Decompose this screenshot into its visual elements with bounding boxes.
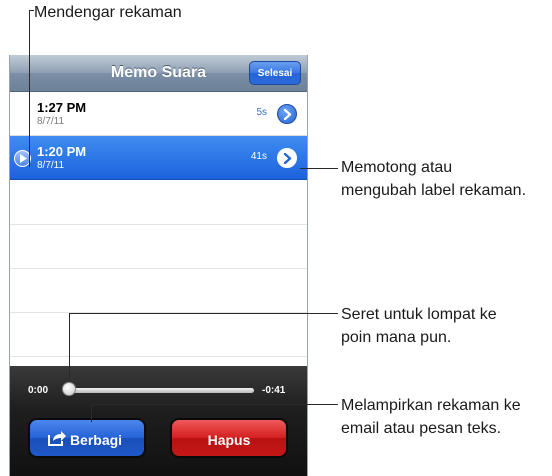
recording-time: 1:20 PM bbox=[37, 144, 87, 159]
callout-attach-line2: email atau pesan teks. bbox=[341, 420, 502, 437]
disclosure-arrow-icon[interactable] bbox=[277, 148, 297, 168]
share-label: Berbagi bbox=[69, 432, 123, 448]
leader-line-listen bbox=[29, 10, 34, 11]
recording-row-selected[interactable]: 1:20 PM 8/7/11 41s bbox=[10, 136, 307, 180]
recording-time: 1:27 PM bbox=[37, 100, 87, 115]
callout-attach-line1: Melampirkan rekaman ke bbox=[341, 397, 521, 414]
empty-row-divider bbox=[10, 268, 307, 269]
recording-duration: 5s bbox=[256, 107, 267, 118]
leader-line-attach bbox=[91, 404, 338, 405]
recording-date: 8/7/11 bbox=[37, 160, 65, 171]
leader-line-attach bbox=[91, 404, 92, 422]
scrubber-thumb[interactable] bbox=[62, 382, 76, 396]
empty-row-divider bbox=[10, 356, 307, 357]
disclosure-arrow-icon[interactable] bbox=[277, 104, 297, 124]
recording-date: 8/7/11 bbox=[37, 116, 65, 127]
leader-line-trim bbox=[300, 168, 338, 169]
remaining-time: -0:41 bbox=[262, 385, 286, 396]
leader-line-scrub bbox=[69, 313, 70, 379]
playback-panel: 0:00 -0:41 Berbagi Hapus bbox=[10, 366, 307, 476]
recording-duration: 41s bbox=[250, 151, 267, 162]
done-button[interactable]: Selesai bbox=[249, 61, 301, 85]
callout-trim-line1: Memotong atau bbox=[341, 159, 453, 176]
callout-listen: Mendengar rekaman bbox=[34, 4, 182, 21]
callout-scrub-line2: poin mana pun. bbox=[341, 329, 452, 346]
navigation-bar: Memo Suara Selesai bbox=[10, 55, 307, 92]
empty-row-divider bbox=[10, 224, 307, 225]
voice-memos-screen: Memo Suara Selesai 1:27 PM 8/7/11 5s 1:2… bbox=[9, 55, 308, 476]
share-button[interactable]: Berbagi bbox=[28, 418, 146, 458]
leader-line-scrub bbox=[69, 313, 338, 314]
leader-line-listen bbox=[29, 10, 30, 167]
scrubber-track[interactable] bbox=[66, 388, 254, 393]
callout-scrub-line1: Seret untuk lompat ke bbox=[341, 306, 497, 323]
elapsed-time: 0:00 bbox=[28, 385, 49, 396]
share-icon bbox=[48, 431, 66, 446]
recording-row[interactable]: 1:27 PM 8/7/11 5s bbox=[10, 92, 307, 136]
callout-trim-line2: mengubah label rekaman. bbox=[341, 182, 527, 199]
delete-button[interactable]: Hapus bbox=[170, 418, 288, 458]
